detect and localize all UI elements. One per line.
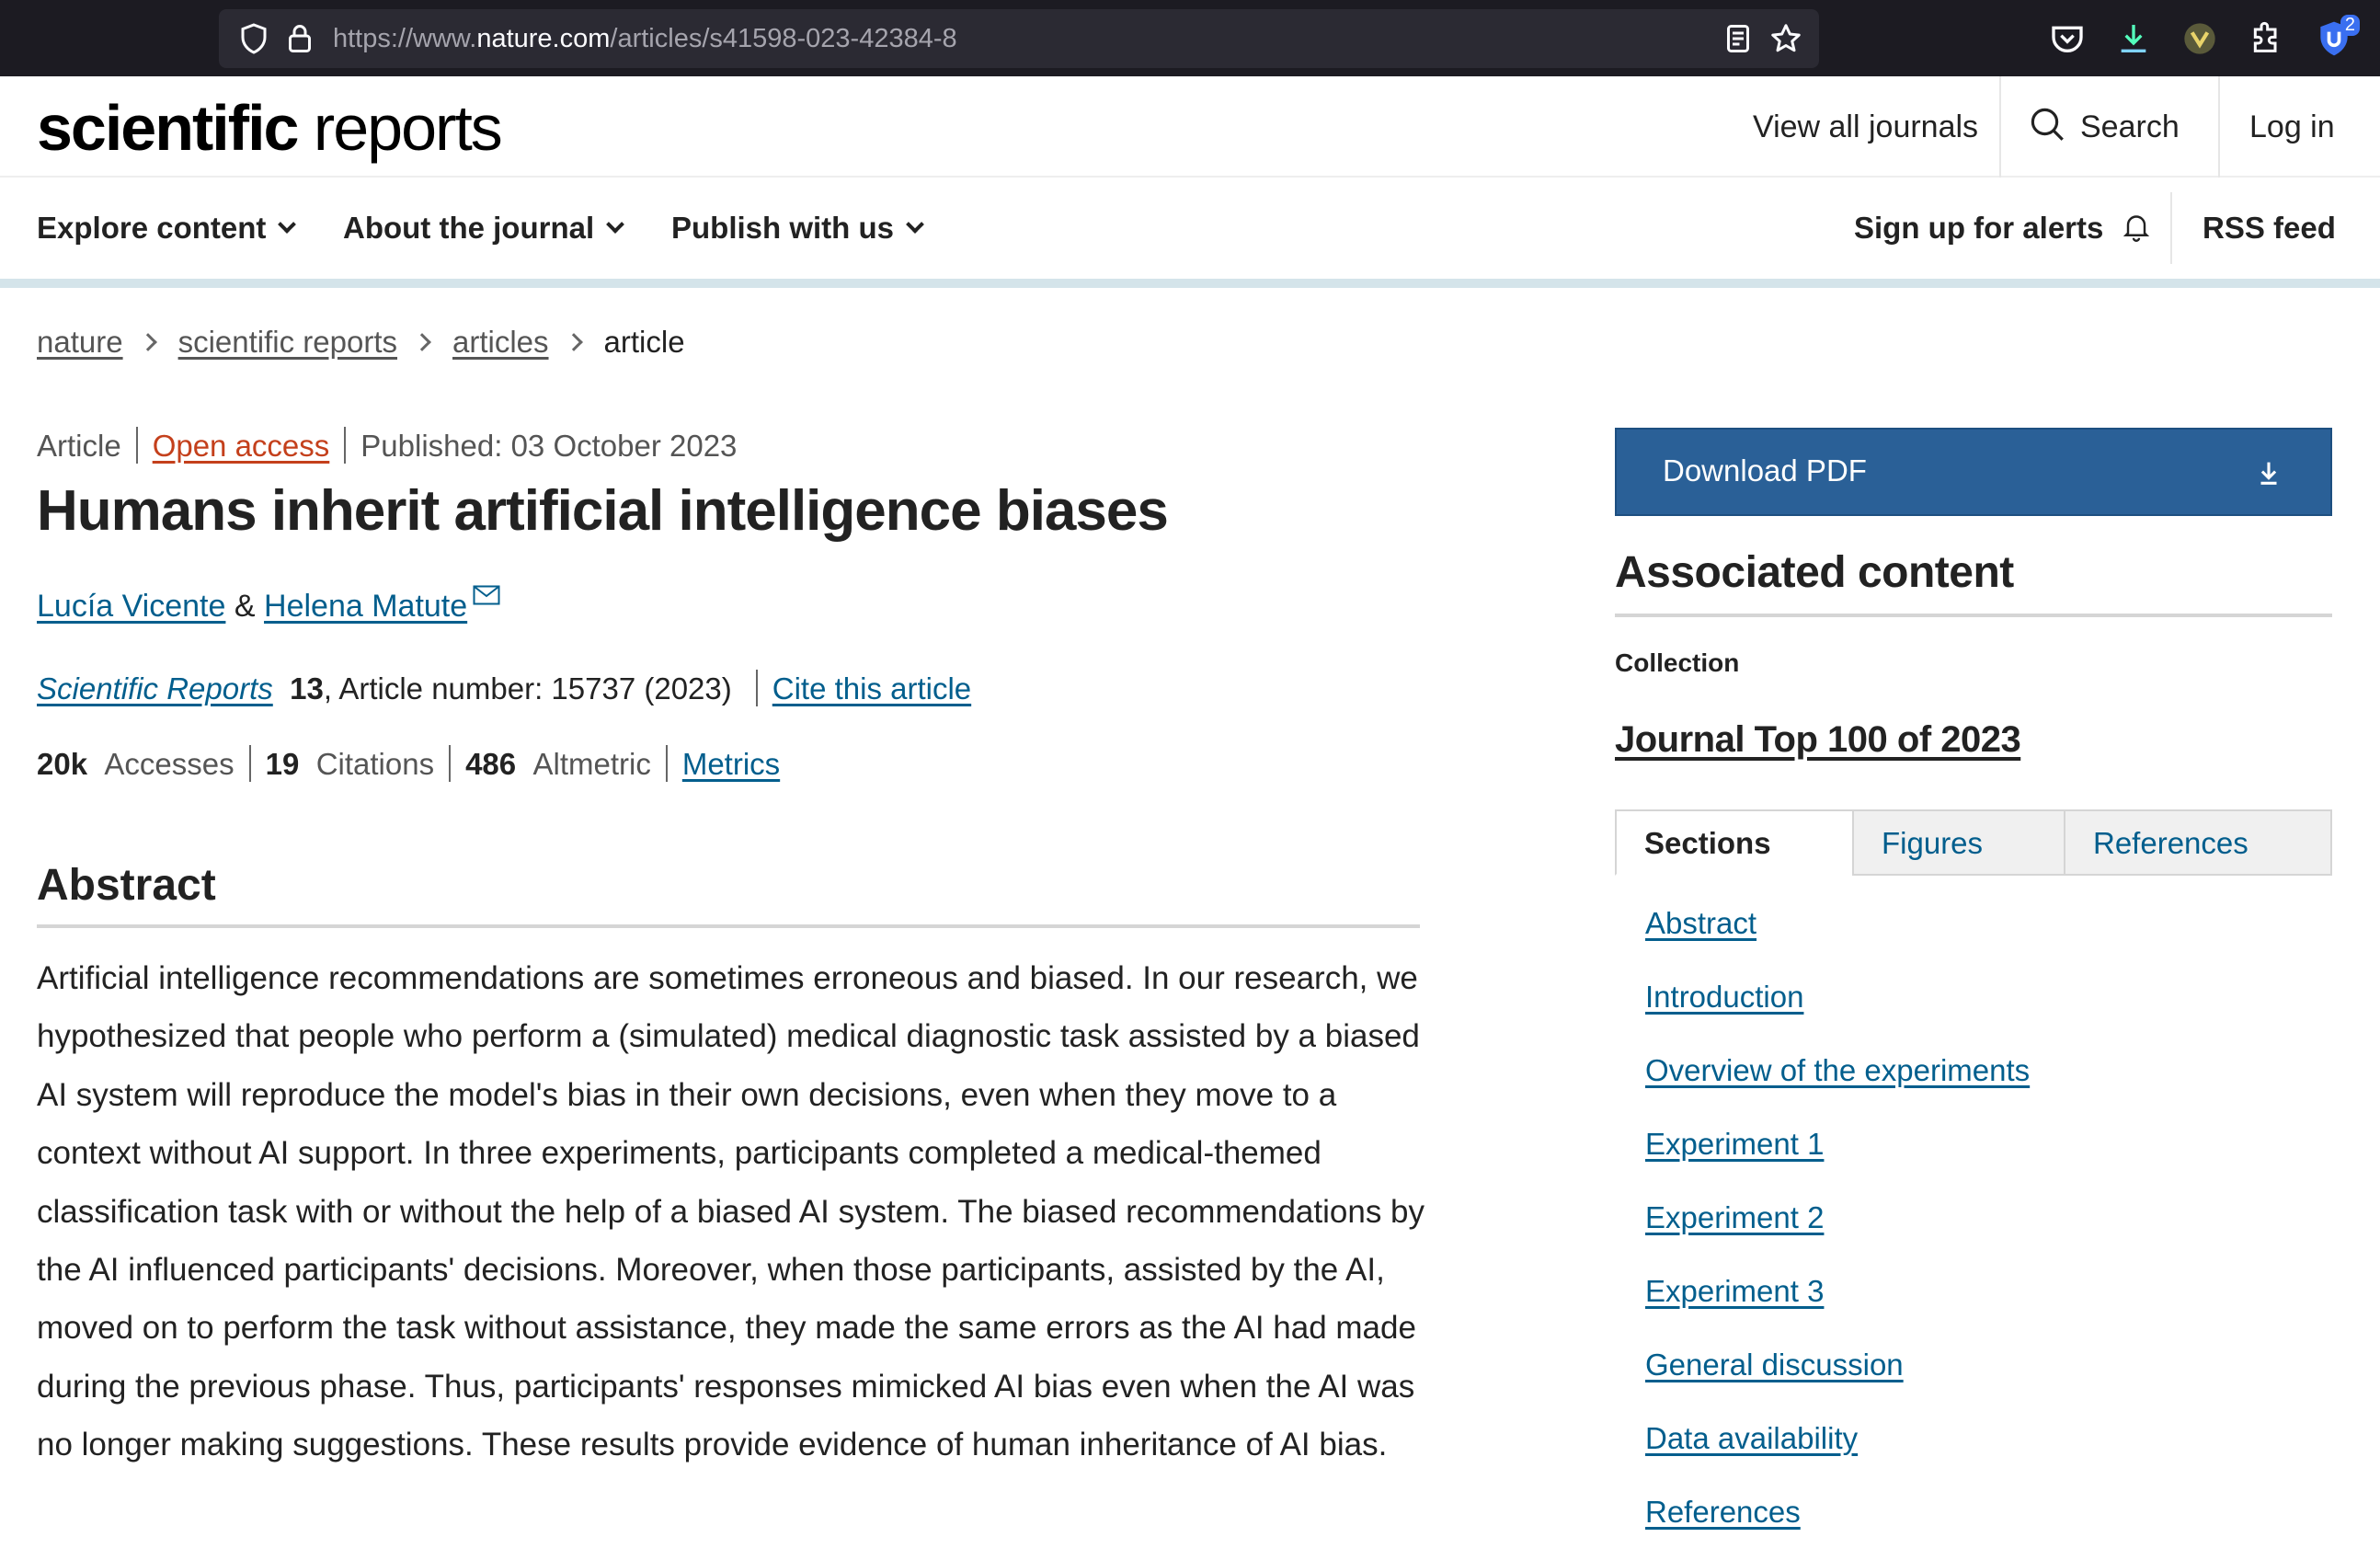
published-date: Published: 03 October 2023 bbox=[360, 429, 738, 463]
nav-divider bbox=[2170, 192, 2172, 264]
author-list: Lucía Vicente & Helena Matute bbox=[37, 585, 500, 625]
address-bar[interactable]: https://www.nature.com/articles/s41598-0… bbox=[219, 9, 1819, 68]
section-link-abstract[interactable]: Abstract bbox=[1645, 906, 1756, 941]
bookmark-star-icon[interactable] bbox=[1769, 22, 1802, 55]
article-metrics: 20k Accesses 19 Citations 486 Altmetric Met… bbox=[37, 745, 780, 785]
collection-label: Collection bbox=[1615, 648, 1740, 677]
article-number: , Article number: 15737 (2023) bbox=[323, 671, 732, 705]
article-info: Article Open access Published: 03 October … bbox=[37, 427, 738, 466]
breadcrumb-nature[interactable]: nature bbox=[37, 325, 123, 359]
header-divider bbox=[2218, 76, 2220, 178]
accesses-count: 20k bbox=[37, 747, 88, 781]
section-link-general-discussion[interactable]: General discussion bbox=[1645, 1348, 1904, 1382]
browser-toolbar: https://www.nature.com/articles/s41598-0… bbox=[0, 0, 2380, 76]
journal-link[interactable]: Scientific Reports bbox=[37, 671, 273, 705]
divider bbox=[135, 427, 138, 465]
extensions-puzzle-icon[interactable] bbox=[2248, 20, 2284, 57]
article-type: Article bbox=[37, 429, 121, 463]
breadcrumb-scientific-reports[interactable]: scientific reports bbox=[178, 325, 397, 359]
extension-badge-count: 2 bbox=[2340, 15, 2360, 36]
section-link-experiment-3[interactable]: Experiment 3 bbox=[1645, 1274, 1824, 1309]
divider bbox=[665, 745, 668, 783]
sidebar-tabs: Sections Figures References bbox=[1615, 809, 2332, 876]
chevron-right-icon bbox=[138, 333, 157, 351]
login-link[interactable]: Log in bbox=[2249, 109, 2335, 145]
divider bbox=[449, 745, 452, 783]
download-icon bbox=[2260, 462, 2277, 485]
tab-sections[interactable]: Sections bbox=[1615, 809, 1854, 876]
download-pdf-label: Download PDF bbox=[1663, 453, 1867, 488]
divider bbox=[755, 670, 758, 707]
about-journal-menu[interactable]: About the journal bbox=[343, 211, 625, 246]
downloads-icon[interactable] bbox=[2115, 20, 2152, 57]
abstract-text: Artificial intelligence recommendations … bbox=[37, 960, 1425, 1463]
open-access-link[interactable]: Open access bbox=[153, 429, 330, 463]
nav-underline-bar bbox=[0, 279, 2380, 288]
volume-number: 13 bbox=[290, 671, 324, 705]
citations-count: 19 bbox=[265, 747, 300, 781]
divider bbox=[344, 427, 347, 465]
chevron-down-icon bbox=[278, 215, 297, 234]
breadcrumb-articles[interactable]: articles bbox=[452, 325, 549, 359]
tab-references[interactable]: References bbox=[2064, 809, 2332, 876]
ublock-extension[interactable]: 2 bbox=[2314, 15, 2360, 59]
cite-article-link[interactable]: Cite this article bbox=[772, 671, 971, 705]
associated-content-heading: Associated content bbox=[1615, 548, 2014, 597]
search-button[interactable]: Search bbox=[2029, 108, 2180, 148]
download-pdf-button[interactable]: Download PDF bbox=[1615, 428, 2332, 516]
chevron-right-icon bbox=[413, 333, 431, 351]
header-divider bbox=[1999, 76, 2001, 178]
publish-with-us-menu[interactable]: Publish with us bbox=[671, 211, 924, 246]
metrics-link[interactable]: Metrics bbox=[682, 747, 780, 781]
abstract-heading: Abstract bbox=[37, 861, 216, 910]
altmetric-label: Altmetric bbox=[532, 747, 651, 781]
author-link[interactable]: Lucía Vicente bbox=[37, 589, 225, 624]
bell-icon bbox=[2123, 215, 2149, 243]
section-link-introduction[interactable]: Introduction bbox=[1645, 980, 1803, 1015]
explore-content-menu[interactable]: Explore content bbox=[37, 211, 297, 246]
accesses-label: Accesses bbox=[104, 747, 235, 781]
divider bbox=[248, 745, 251, 783]
collection-link[interactable]: Journal Top 100 of 2023 bbox=[1615, 719, 2021, 761]
author-link[interactable]: Helena Matute bbox=[264, 589, 467, 624]
breadcrumb-current: article bbox=[603, 325, 685, 359]
sign-up-alerts-link[interactable]: Sign up for alerts bbox=[1854, 211, 2153, 247]
lock-icon[interactable] bbox=[283, 22, 316, 55]
section-link-overview[interactable]: Overview of the experiments bbox=[1645, 1053, 2030, 1088]
chevron-right-icon bbox=[564, 333, 583, 351]
rss-feed-link[interactable]: RSS feed bbox=[2203, 211, 2336, 246]
journal-nav: Explore content About the journal Publis… bbox=[0, 179, 2380, 279]
pocket-icon[interactable] bbox=[2049, 20, 2086, 57]
extension-badge-icon[interactable] bbox=[2181, 20, 2218, 57]
search-icon bbox=[2031, 108, 2064, 141]
url-text[interactable]: https://www.nature.com/articles/s41598-0… bbox=[333, 24, 957, 54]
chevron-down-icon bbox=[906, 215, 924, 234]
journal-logo[interactable]: scientific reports bbox=[37, 91, 503, 165]
email-icon[interactable] bbox=[473, 585, 500, 605]
associated-content-rule bbox=[1615, 614, 2332, 617]
breadcrumb: nature scientific reports articles article bbox=[37, 325, 685, 360]
abstract-rule bbox=[37, 924, 1420, 928]
reader-view-icon[interactable] bbox=[1722, 22, 1755, 55]
altmetric-count: 486 bbox=[465, 747, 517, 781]
site-header: scientific reports View all journals Sea… bbox=[0, 76, 2380, 178]
section-link-experiment-1[interactable]: Experiment 1 bbox=[1645, 1127, 1824, 1162]
chevron-down-icon bbox=[606, 215, 625, 234]
shield-icon[interactable] bbox=[237, 22, 270, 55]
article-title: Humans inherit artificial intelligence b… bbox=[37, 479, 1169, 543]
citation-line: Scientific Reports 13, Article number: 1… bbox=[37, 670, 971, 709]
section-link-references[interactable]: References bbox=[1645, 1495, 1801, 1530]
author-separator: & bbox=[234, 589, 256, 624]
tab-figures[interactable]: Figures bbox=[1852, 809, 2065, 876]
section-link-experiment-2[interactable]: Experiment 2 bbox=[1645, 1200, 1824, 1235]
citations-label: Citations bbox=[315, 747, 435, 781]
section-link-data-availability[interactable]: Data availability bbox=[1645, 1421, 1858, 1456]
view-all-journals-link[interactable]: View all journals bbox=[1753, 109, 1978, 145]
